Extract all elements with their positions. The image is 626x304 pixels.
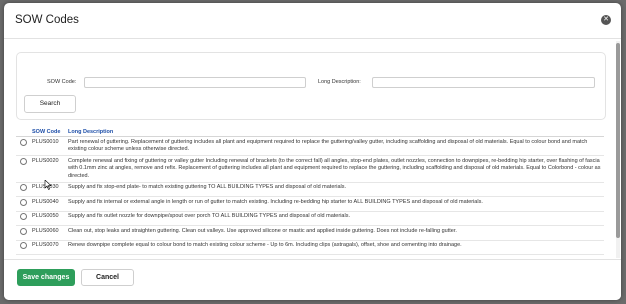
long-description-column-header: Long Description (66, 128, 604, 137)
search-button[interactable]: Search (24, 95, 76, 113)
cancel-button[interactable]: Cancel (81, 269, 134, 286)
table-row[interactable]: PLUS0060 Clean out, stop leaks and straig… (16, 225, 604, 241)
row-select-radio[interactable] (19, 138, 27, 146)
mouse-cursor-icon (44, 180, 52, 190)
row-select-radio[interactable] (19, 198, 27, 206)
sow-code-cell: PLUS0060 (30, 225, 66, 241)
row-select-radio[interactable] (19, 242, 27, 249)
table-row[interactable]: PLUS0040 Supply and fix internal or exter… (16, 196, 604, 212)
modal-header: SOW Codes ✕ (4, 3, 621, 39)
long-description-cell: Complete renewal and fixing of guttering… (66, 155, 604, 183)
long-description-cell: Renew downpipe complete equal to colour … (66, 240, 604, 255)
table-row[interactable]: PLUS0030Supply and fix stop-end plate- t… (16, 182, 604, 197)
sow-codes-table: SOW Code Long Description PLUS0010 Part r… (16, 128, 604, 255)
long-description-input[interactable] (372, 77, 595, 88)
select-cell (16, 136, 30, 156)
select-cell (16, 196, 30, 212)
select-cell (16, 240, 30, 255)
modal-title: SOW Codes (15, 14, 79, 26)
long-description-cell: Supply and fix internal or external angl… (66, 196, 604, 212)
long-description-label: Long Description: (318, 79, 361, 85)
table-row[interactable]: PLUS0010 Part renewal of guttering. Repla… (16, 136, 604, 156)
table-row[interactable]: PLUS0050 Supply and fix outlet nozzle for… (16, 211, 604, 226)
select-cell (16, 211, 30, 226)
search-panel: SOW Code: Long Description: Search (16, 52, 606, 120)
select-cell (16, 155, 30, 183)
select-cell (16, 182, 30, 197)
select-column-header (16, 128, 30, 137)
long-description-cell: Supply and fix stop-end plate- to match … (66, 182, 604, 197)
long-description-cell: Clean out, stop leaks and straighten gut… (66, 225, 604, 241)
save-changes-button[interactable]: Save changes (17, 269, 75, 286)
close-icon[interactable]: ✕ (601, 15, 611, 25)
modal-body[interactable]: SOW Code: Long Description: Search SOW C… (4, 39, 615, 260)
sow-code-cell: PLUS0020 (30, 155, 66, 183)
table-row[interactable]: PLUS0070 Renew downpipe complete equal to… (16, 240, 604, 255)
sow-code-cell: PLUS0040 (30, 196, 66, 212)
row-select-radio[interactable] (19, 227, 27, 235)
sow-code-cell: PLUS0070 (30, 240, 66, 255)
row-select-radio[interactable] (19, 213, 27, 220)
row-select-radio[interactable] (19, 184, 27, 191)
sow-code-input[interactable] (84, 77, 306, 88)
sow-codes-modal: SOW Codes ✕ SOW Code: Long Description: … (4, 3, 621, 300)
sow-code-column-header: SOW Code (30, 128, 66, 137)
row-select-radio[interactable] (19, 157, 27, 165)
sow-code-cell: PLUS0010 (30, 136, 66, 156)
scrollbar-thumb[interactable] (616, 43, 620, 238)
long-description-cell: Supply and fix outlet nozzle for downpip… (66, 211, 604, 226)
table-header-row: SOW Code Long Description (16, 128, 604, 137)
sow-code-cell: PLUS0050 (30, 211, 66, 226)
sow-code-label: SOW Code: (47, 79, 77, 85)
select-cell (16, 225, 30, 241)
modal-footer: Save changes Cancel (4, 259, 621, 300)
table-row[interactable]: PLUS0020 Complete renewal and fixing of g… (16, 155, 604, 183)
long-description-cell: Part renewal of guttering. Replacement o… (66, 136, 604, 156)
